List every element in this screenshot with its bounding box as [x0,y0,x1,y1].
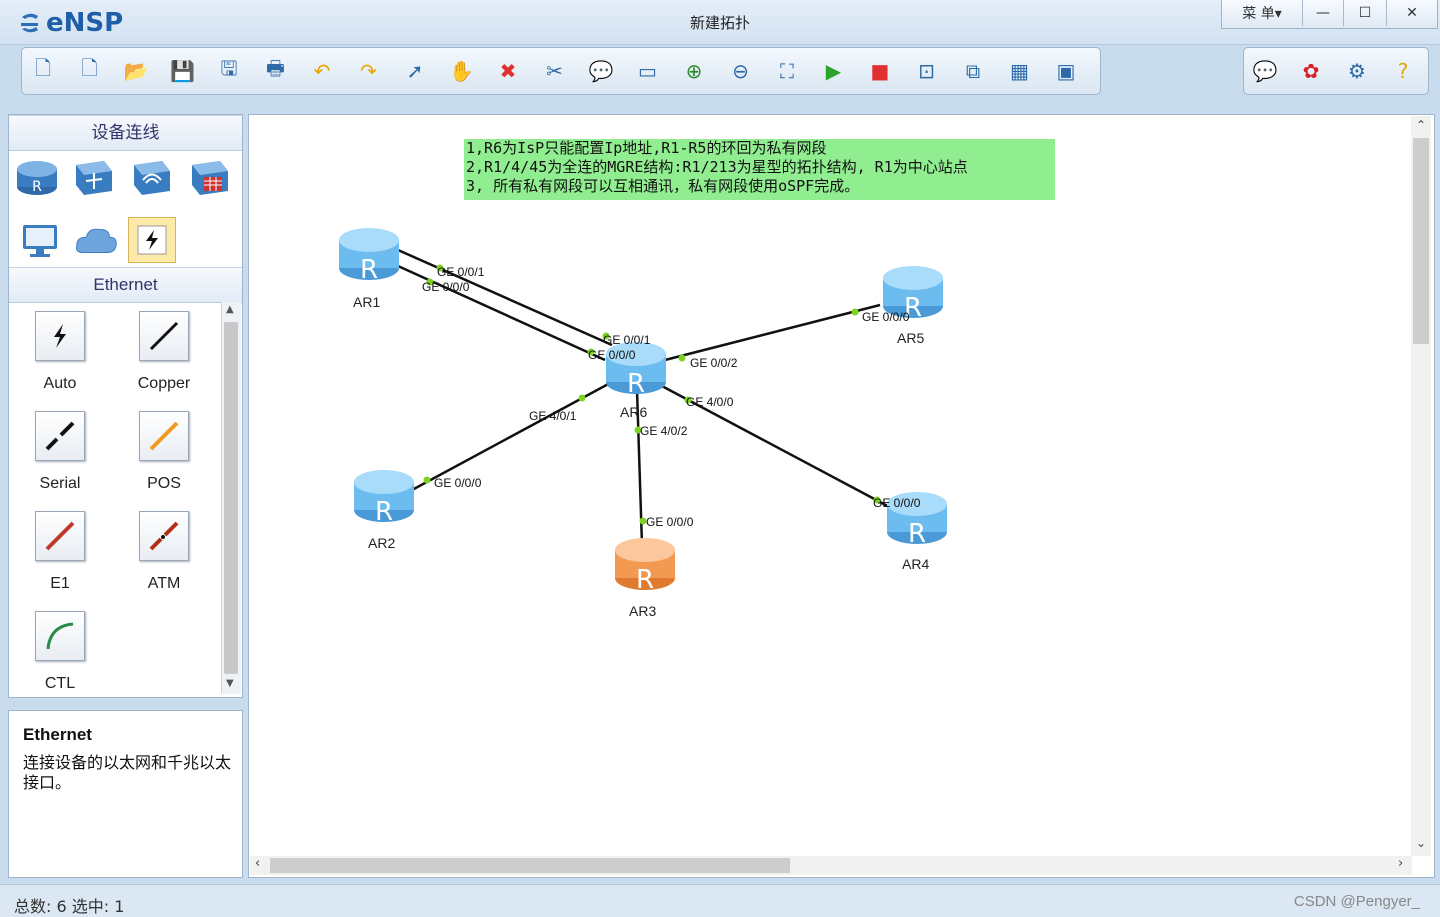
port-label: GE 0/0/0 [422,280,470,294]
scroll-up-icon[interactable]: ⌃ [1416,118,1426,132]
router-icon-glyph: R [360,255,378,285]
port-dot [678,354,686,362]
scroll-left-icon[interactable]: ‹ [255,856,260,871]
router-icon-glyph: R [627,369,645,399]
port-label: GE 4/0/0 [686,395,734,409]
port-label: GE 4/0/2 [640,424,688,438]
port-dot [423,476,431,484]
router-ar2[interactable]: R [354,470,414,527]
router-label-ar5: AR5 [897,330,925,346]
status-text: 总数: 6 选中: 1 [14,897,125,916]
port-label: GE 0/0/0 [873,496,921,510]
topology-links-layer: R R R R R R [339,228,947,595]
port-dot [578,394,586,402]
status-bar: 总数: 6 选中: 1 CSDN @Pengyer_ [0,884,1440,917]
scrollbar-thumb[interactable] [270,858,790,873]
router-label-ar1: AR1 [353,294,381,310]
port-label: GE 4/0/1 [529,409,577,423]
router-label-ar4: AR4 [902,556,930,572]
router-ar3[interactable]: R [615,538,675,595]
canvas-horizontal-scrollbar[interactable]: ‹ › [250,856,1412,875]
canvas-vertical-scrollbar[interactable]: ⌃ ⌄ [1411,116,1431,856]
port-label: GE 0/0/1 [437,265,485,279]
port-label: GE 0/0/0 [434,476,482,490]
router-icon-glyph: R [636,565,654,595]
router-label-ar3: AR3 [629,603,657,619]
port-label: GE 0/0/0 [646,515,694,529]
watermark-text: CSDN @Pengyer_ [1293,893,1420,910]
scroll-right-icon[interactable]: › [1398,856,1403,871]
port-dot [851,308,859,316]
port-label: GE 0/0/2 [690,356,738,370]
router-label-ar6: AR6 [620,404,648,420]
scroll-down-icon[interactable]: ⌄ [1416,836,1426,850]
port-label: GE 0/0/0 [588,348,636,362]
router-label-ar2: AR2 [368,535,396,551]
port-label: GE 0/0/1 [603,333,651,347]
router-icon-glyph: R [908,519,926,549]
link-ar1-ar6-a[interactable] [397,248,613,347]
scrollbar-thumb[interactable] [1413,138,1429,344]
router-icon-glyph: R [375,497,393,527]
link-ar6-ar5[interactable] [664,303,881,362]
router-ar1[interactable]: R [339,228,399,285]
port-label: GE 0/0/0 [862,310,910,324]
